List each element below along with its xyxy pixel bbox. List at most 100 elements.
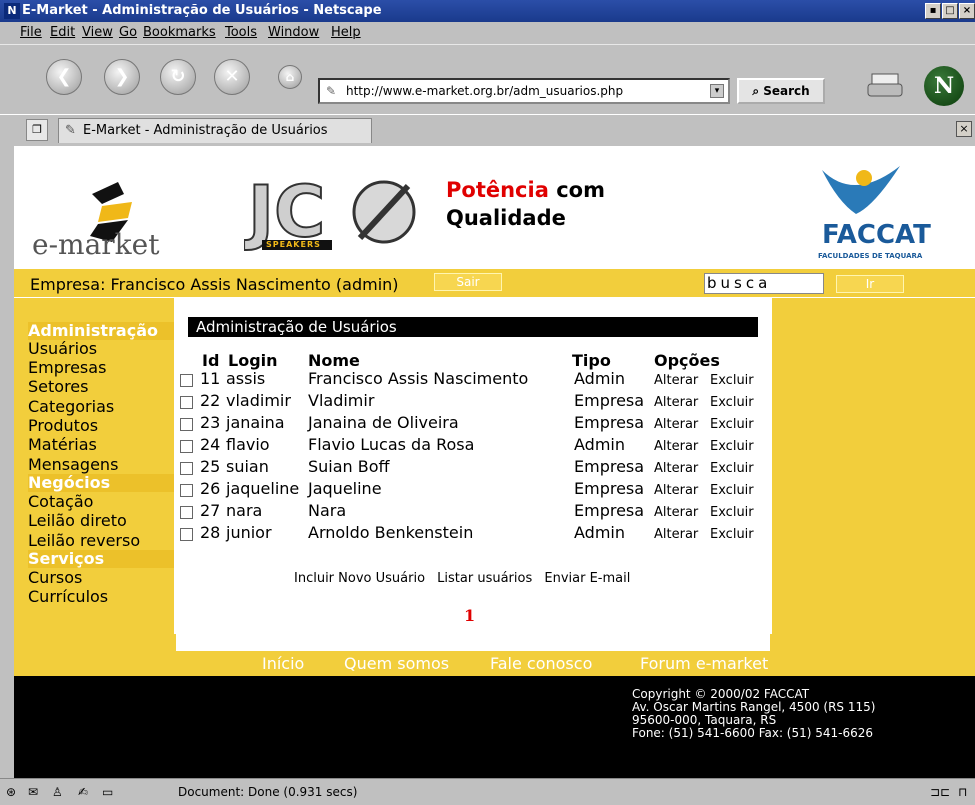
search-button[interactable]: ⌕ Search (737, 78, 825, 104)
back-button[interactable]: ❮ (46, 59, 82, 95)
excluir-link[interactable]: Excluir (710, 458, 754, 480)
sidebar-item-produtos[interactable]: Produtos (28, 417, 98, 435)
chat-icon[interactable]: ▭ (102, 779, 113, 805)
alterar-link[interactable]: Alterar (654, 414, 698, 436)
sidebar-item-cursos[interactable]: Cursos (28, 569, 82, 587)
excluir-link[interactable]: Excluir (710, 502, 754, 524)
page-number[interactable]: 1 (464, 606, 475, 625)
search-go-button[interactable]: Ir (836, 275, 904, 293)
sidebar-item-leilao-reverso[interactable]: Leilão reverso (28, 532, 140, 550)
sidebar-item-leilao-direto[interactable]: Leilão direto (28, 512, 127, 530)
sidebar-item-usuarios[interactable]: Usuários (28, 340, 97, 358)
footer-link-inicio[interactable]: Início (262, 655, 304, 673)
composer-icon[interactable]: ✍ (78, 779, 88, 805)
alterar-link[interactable]: Alterar (654, 392, 698, 414)
menu-tools[interactable]: Tools (225, 22, 257, 44)
stop-button[interactable]: ✕ (214, 59, 250, 95)
sidebar-item-curriculos[interactable]: Currículos (28, 588, 108, 606)
menu-edit[interactable]: Edit (50, 22, 75, 44)
alterar-link[interactable]: Alterar (654, 480, 698, 502)
reload-button[interactable]: ↻ (160, 59, 196, 95)
row-checkbox[interactable] (180, 440, 193, 453)
menu-window[interactable]: Window (268, 22, 319, 44)
excluir-link[interactable]: Excluir (710, 436, 754, 458)
window-title: E-Market - Administração de Usuários - N… (22, 3, 382, 18)
excluir-link[interactable]: Excluir (710, 392, 754, 414)
sidebar-item-setores[interactable]: Setores (28, 378, 88, 396)
footer-link-fale-conosco[interactable]: Fale conosco (490, 655, 592, 673)
row-id: 28 (200, 523, 221, 542)
row-nome: Suian Boff (308, 457, 390, 476)
navigator-icon[interactable]: ⊛ (6, 779, 16, 805)
close-tab-icon[interactable]: × (956, 121, 972, 137)
copyright-block: Copyright © 2000/02 FACCAT Av. Oscar Mar… (632, 688, 875, 740)
footer-link-quem-somos[interactable]: Quem somos (344, 655, 449, 673)
faccat-logo-mark (822, 166, 900, 214)
connection-icon: ⊐⊏ (930, 785, 951, 799)
magnifier-icon: ⌕ (752, 84, 760, 98)
url-dropdown-icon[interactable]: ▾ (710, 84, 724, 98)
list-users-link[interactable]: Listar usuários (437, 571, 532, 586)
menu-help[interactable]: Help (331, 22, 361, 44)
sidebar-item-cotacao[interactable]: Cotação (28, 493, 93, 511)
footer-link-forum[interactable]: Forum e-market (640, 655, 768, 673)
emarket-logo[interactable]: e-market (32, 178, 202, 261)
forward-button[interactable]: ❯ (104, 59, 140, 95)
new-tab-icon[interactable]: ❐ (26, 119, 48, 141)
row-checkbox[interactable] (180, 506, 193, 519)
sidebar-item-categorias[interactable]: Categorias (28, 398, 114, 416)
search-input[interactable]: busca (704, 273, 824, 294)
alterar-link[interactable]: Alterar (654, 436, 698, 458)
alterar-link[interactable]: Alterar (654, 370, 698, 392)
print-icon[interactable] (866, 70, 906, 100)
row-checkbox[interactable] (180, 418, 193, 431)
send-email-link[interactable]: Enviar E-mail (544, 571, 630, 586)
emarket-logo-text: e-market (32, 228, 160, 261)
title-bar[interactable]: N E-Market - Administração de Usuários -… (0, 0, 975, 22)
slogan-com: com (556, 178, 605, 202)
home-button[interactable]: ⌂ (278, 65, 302, 89)
sidebar-item-materias[interactable]: Matérias (28, 436, 97, 454)
row-id: 11 (200, 369, 221, 388)
minimize-button[interactable]: ▪ (925, 3, 941, 19)
alterar-link[interactable]: Alterar (654, 458, 698, 480)
slogan-qualidade: Qualidade (446, 206, 566, 230)
excluir-link[interactable]: Excluir (710, 414, 754, 436)
close-window-button[interactable]: × (959, 3, 975, 19)
status-bar: ⊛ ✉ ♙ ✍ ▭ Document: Done (0.931 secs) ⊐⊏… (0, 778, 975, 805)
row-checkbox[interactable] (180, 374, 193, 387)
sidebar-item-mensagens[interactable]: Mensagens (28, 456, 118, 474)
netscape-app-icon[interactable]: N (4, 3, 20, 19)
mail-icon[interactable]: ✉ (28, 779, 38, 805)
logout-button[interactable]: Sair (434, 273, 502, 291)
row-checkbox[interactable] (180, 528, 193, 541)
tab-active[interactable]: ✎ E-Market - Administração de Usuários (58, 118, 372, 143)
menu-file[interactable]: File (20, 22, 42, 44)
right-column (772, 298, 975, 653)
excluir-link[interactable]: Excluir (710, 480, 754, 502)
excluir-link[interactable]: Excluir (710, 370, 754, 392)
maximize-button[interactable]: □ (942, 3, 958, 19)
menu-bar: File Edit View Go Bookmarks Tools Window… (0, 22, 975, 44)
excluir-link[interactable]: Excluir (710, 524, 754, 546)
tab-page-icon: ✎ (65, 123, 76, 138)
netscape-throbber-logo[interactable]: N (924, 66, 964, 106)
menu-bookmarks[interactable]: Bookmarks (143, 22, 216, 44)
alterar-link[interactable]: Alterar (654, 524, 698, 546)
add-user-link[interactable]: Incluir Novo Usuário (294, 571, 425, 586)
company-label: Empresa: Francisco Assis Nascimento (adm… (30, 275, 399, 294)
section-administracao: Administração (28, 322, 174, 340)
table-row: 23 janaina Janaina de Oliveira Empresa A… (176, 412, 770, 434)
sidebar-item-empresas[interactable]: Empresas (28, 359, 106, 377)
row-checkbox[interactable] (180, 396, 193, 409)
addressbook-icon[interactable]: ♙ (52, 779, 63, 805)
menu-view[interactable]: View (82, 22, 113, 44)
alterar-link[interactable]: Alterar (654, 502, 698, 524)
menu-go[interactable]: Go (119, 22, 137, 44)
phone-line: Fone: (51) 541-6600 Fax: (51) 541-6626 (632, 726, 874, 740)
row-checkbox[interactable] (180, 462, 193, 475)
row-nome: Francisco Assis Nascimento (308, 369, 529, 388)
row-checkbox[interactable] (180, 484, 193, 497)
tab-title: E-Market - Administração de Usuários (83, 123, 328, 138)
url-bar[interactable]: ✎ http://www.e-market.org.br/adm_usuario… (318, 78, 730, 104)
